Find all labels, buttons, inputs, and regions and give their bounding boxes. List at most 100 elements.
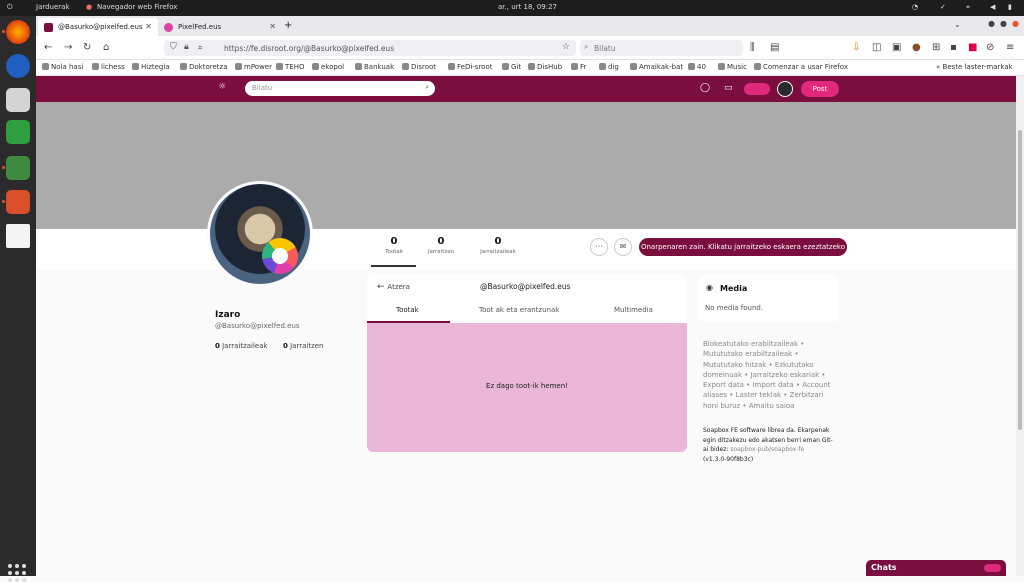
maximize-icon[interactable]: ● bbox=[1000, 19, 1007, 28]
spreadsheet-icon[interactable] bbox=[6, 156, 30, 180]
feed-reader-icon[interactable] bbox=[6, 120, 30, 144]
scrollbar-thumb[interactable] bbox=[1018, 130, 1022, 430]
tab-pixelfed[interactable]: PixelFed.eus ✕ bbox=[158, 18, 282, 36]
bookmark-item[interactable]: Hiztegia bbox=[132, 63, 170, 71]
post-button[interactable]: Post bbox=[801, 81, 839, 97]
following-link[interactable]: 0 Jarraitzen bbox=[283, 342, 324, 350]
activities-button[interactable]: Jarduerak bbox=[36, 3, 70, 11]
bookmark-icon bbox=[42, 63, 49, 70]
followers-link[interactable]: 0 Jarraitzaileak bbox=[215, 342, 268, 350]
app-search-placeholder: Bilatu bbox=[252, 84, 273, 92]
bookmark-item[interactable]: lichess bbox=[92, 63, 125, 71]
avatar[interactable] bbox=[777, 81, 793, 97]
minimize-icon[interactable]: ● bbox=[988, 19, 995, 28]
app-search-input[interactable]: Bilatu ⌕ bbox=[245, 81, 435, 96]
bookmark-item[interactable]: Disroot bbox=[402, 63, 436, 71]
footer-links[interactable]: Blokeatutako erabiltzaileak • Mutututako… bbox=[703, 339, 838, 411]
bookmark-item[interactable]: FeDi-sroot bbox=[448, 63, 493, 71]
app-menu[interactable]: Navegador web Firefox bbox=[97, 3, 177, 11]
bookmark-item[interactable]: Comenzar a usar Firefox bbox=[754, 63, 848, 71]
lock-icon[interactable]: 🔒︎ bbox=[184, 42, 189, 52]
timeline-body: Ez dago toot-ik hemen! bbox=[367, 323, 687, 452]
tab-profile[interactable]: @Basurko@pixelfed.eus ✕ bbox=[38, 18, 158, 36]
close-window-icon[interactable]: ● bbox=[1012, 19, 1019, 28]
bookmark-icon bbox=[754, 63, 761, 70]
bookmark-item[interactable]: 40 bbox=[688, 63, 706, 71]
tab-tootak[interactable]: Tootak bbox=[396, 306, 419, 314]
software-icon[interactable] bbox=[6, 190, 30, 214]
chats-icon[interactable]: ▭ bbox=[724, 83, 733, 93]
block-icon[interactable]: ⊘ bbox=[986, 42, 994, 53]
update-icon[interactable]: ✓ bbox=[940, 3, 946, 11]
shield-icon[interactable]: ⛉ bbox=[170, 42, 177, 52]
volume-icon[interactable]: ◀ bbox=[990, 3, 995, 11]
bookmark-item[interactable]: Music bbox=[718, 63, 747, 71]
library-icon[interactable]: ⫼ bbox=[750, 42, 755, 53]
tab-close-icon[interactable]: ✕ bbox=[145, 22, 152, 31]
browser-search-placeholder: Bilatu bbox=[594, 44, 616, 53]
follow-request-button[interactable]: Onarpenaren zain. Klikatu jarraitzeko es… bbox=[639, 238, 847, 256]
bookmark-item[interactable]: Amaikak-bat bbox=[630, 63, 683, 71]
profile-handle: @Basurko@pixelfed.eus bbox=[215, 322, 300, 330]
bookmark-item[interactable]: Fr bbox=[571, 63, 586, 71]
stat-jarraitzaileak[interactable]: 0 Jarraitzaileak bbox=[476, 236, 520, 255]
chats-toggle[interactable] bbox=[984, 564, 1001, 572]
extension-icon[interactable]: ▪ bbox=[950, 42, 957, 53]
more-options-icon[interactable]: ··· bbox=[590, 238, 608, 256]
instance-logo-icon[interactable]: ☼ bbox=[218, 82, 226, 92]
browser-search-field[interactable]: ⌕ Bilatu bbox=[580, 40, 743, 56]
message-icon[interactable]: ✉ bbox=[614, 238, 632, 256]
stat-jarraitzen[interactable]: 0 Jarraitzen bbox=[423, 236, 459, 255]
clock[interactable]: ar., urt 18, 09:27 bbox=[498, 3, 557, 11]
bookmark-star-icon[interactable]: ☆ bbox=[562, 42, 570, 52]
other-bookmarks[interactable]: » Beste laster-markak bbox=[936, 63, 1013, 71]
bookmark-item[interactable]: mPower bbox=[235, 63, 272, 71]
reload-icon[interactable]: ↻ bbox=[83, 42, 91, 53]
tab-toot-ak-eta-erantzunak[interactable]: Toot ak eta erantzunak bbox=[479, 306, 559, 314]
stat-tootak[interactable]: 0 Tootak bbox=[376, 236, 412, 255]
files-icon[interactable] bbox=[6, 88, 30, 112]
bookmark-item[interactable]: Doktoretza bbox=[180, 63, 228, 71]
extension-icon[interactable]: ■ bbox=[968, 42, 977, 53]
thunderbird-icon[interactable] bbox=[6, 54, 30, 78]
screenshot-icon[interactable]: ▣ bbox=[892, 42, 901, 53]
sidebar-icon[interactable]: ◫ bbox=[872, 42, 881, 53]
bookmark-item[interactable]: ekopol bbox=[312, 63, 344, 71]
forward-icon[interactable]: → bbox=[64, 42, 72, 53]
battery-icon[interactable]: ▮ bbox=[1008, 3, 1012, 11]
chats-panel[interactable]: Chats bbox=[866, 560, 1006, 576]
new-tab-button[interactable]: + bbox=[280, 18, 300, 36]
notification-icon[interactable]: ◔ bbox=[912, 3, 918, 11]
url-bar[interactable]: ⛉ 🔒︎ ⌗ https://fe.disroot.org/@Basurko@p… bbox=[164, 40, 576, 56]
extension-cookie-icon[interactable]: ● bbox=[912, 42, 921, 53]
show-apps-icon[interactable] bbox=[8, 564, 26, 582]
bookmark-item[interactable]: Git bbox=[502, 63, 521, 71]
tab-list-icon[interactable]: ⌄ bbox=[954, 20, 961, 29]
bookmark-icon bbox=[718, 63, 725, 70]
extension-icon[interactable]: ⊞ bbox=[932, 42, 940, 53]
bookmark-item[interactable]: TEHO bbox=[276, 63, 304, 71]
back-icon[interactable]: ← bbox=[44, 42, 52, 53]
permissions-icon[interactable]: ⌗ bbox=[198, 43, 202, 53]
repo-link[interactable]: soapbox-pub/soapbox-fe bbox=[730, 446, 804, 453]
bookmark-item[interactable]: Nola hasi bbox=[42, 63, 83, 71]
tab-favicon-icon bbox=[44, 23, 53, 32]
tab-multimedia[interactable]: Multimedia bbox=[614, 306, 653, 314]
document-icon[interactable] bbox=[6, 224, 30, 248]
back-button[interactable]: ← Atzera bbox=[377, 282, 410, 292]
menu-icon[interactable]: ≡ bbox=[1006, 42, 1014, 53]
power-icon[interactable]: ⏻ bbox=[7, 3, 13, 12]
theme-toggle[interactable] bbox=[744, 83, 770, 95]
bookmark-item[interactable]: Bankuak bbox=[355, 63, 394, 71]
firefox-icon[interactable] bbox=[6, 20, 30, 44]
profile-avatar[interactable] bbox=[207, 181, 313, 287]
media-empty-text: No media found. bbox=[705, 304, 764, 312]
tab-close-icon[interactable]: ✕ bbox=[269, 22, 276, 31]
notifications-icon[interactable]: ◯ bbox=[700, 83, 710, 93]
downloads-icon[interactable]: ⇩ bbox=[852, 42, 860, 53]
bookmark-item[interactable]: DisHub bbox=[528, 63, 562, 71]
home-icon[interactable]: ⌂ bbox=[103, 42, 109, 53]
network-icon[interactable]: ⌖ bbox=[966, 3, 970, 12]
reader-icon[interactable]: ▤ bbox=[770, 42, 779, 53]
bookmark-item[interactable]: dig bbox=[599, 63, 619, 71]
